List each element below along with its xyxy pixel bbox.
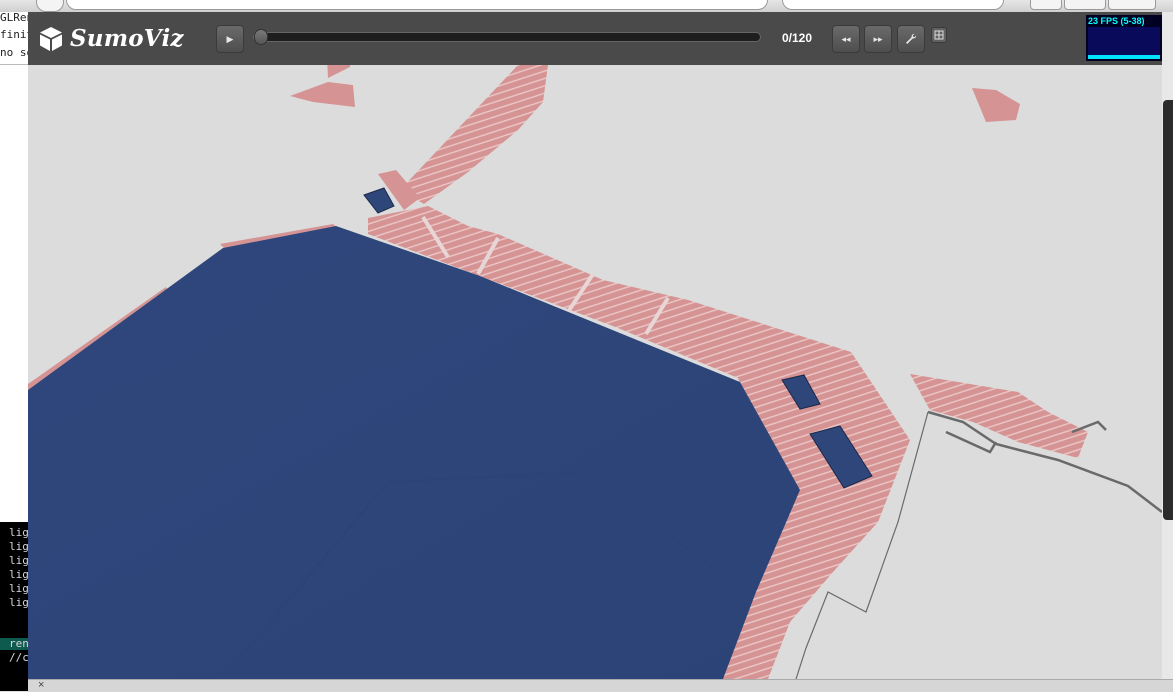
editor-line: no so: [0, 46, 28, 59]
walkway-path: [972, 88, 1020, 122]
play-icon: ▶: [226, 33, 234, 44]
terminal-line: lig: [9, 596, 29, 609]
forward-icon: ▸▸: [873, 33, 883, 44]
grid-icon: [934, 30, 944, 40]
fps-graph: [1088, 27, 1160, 59]
fps-bar: [1088, 55, 1160, 59]
rewind-icon: ◂◂: [841, 33, 851, 44]
editor-line: finit: [0, 28, 28, 41]
forward-button[interactable]: ▸▸: [864, 25, 892, 53]
play-button[interactable]: ▶: [216, 25, 244, 53]
walkway-path: [400, 65, 548, 204]
fps-stats-panel: 23 FPS (5-38): [1086, 15, 1162, 61]
obstacle-main: [28, 226, 800, 679]
search-bar[interactable]: [782, 0, 1004, 10]
timeline-slider[interactable]: [253, 29, 761, 45]
background-terminal: lig lig lig lig lig lig ren //c: [0, 522, 29, 691]
terminal-line: //c: [9, 651, 29, 664]
obstacle-small: [363, 187, 395, 214]
logo: SumoViz: [38, 25, 184, 52]
settings-button[interactable]: [897, 25, 925, 53]
grid-button[interactable]: [931, 27, 947, 43]
side-panel-edge: [1163, 100, 1173, 520]
close-icon[interactable]: ×: [38, 679, 44, 691]
frame-counter: 0/120: [782, 31, 813, 45]
fps-readout: 23 FPS (5-38): [1088, 16, 1145, 26]
terminal-line: ren: [9, 637, 29, 650]
terminal-line: lig: [9, 540, 29, 553]
browser-toolbar-button[interactable]: [1064, 0, 1106, 10]
cube-icon: [40, 26, 62, 51]
terminal-line: lig: [9, 554, 29, 567]
scene-canvas[interactable]: [28, 12, 1162, 679]
wrench-icon: [906, 33, 917, 44]
back-button[interactable]: [36, 0, 64, 12]
simulation-viewport[interactable]: [28, 12, 1162, 679]
walkway-path: [290, 82, 355, 107]
terminal-line: lig: [9, 526, 29, 539]
wall-line: [945, 430, 998, 454]
editor-line: GLRen: [0, 12, 28, 24]
url-bar[interactable]: [66, 0, 768, 10]
terminal-line: lig: [9, 582, 29, 595]
timeline-handle[interactable]: [254, 29, 268, 45]
terminal-line: lig: [9, 568, 29, 581]
rewind-button[interactable]: ◂◂: [832, 25, 860, 53]
editor-divider: [0, 64, 28, 65]
app-title: SumoViz: [70, 25, 184, 52]
status-bar: ×: [28, 679, 1173, 692]
browser-toolbar-button[interactable]: [1030, 0, 1062, 10]
sumoviz-toolbar: SumoViz ▶ 0/120 ◂◂ ▸▸ 23 FPS (5-38): [28, 12, 1162, 65]
browser-toolbar-button[interactable]: [1108, 0, 1156, 10]
